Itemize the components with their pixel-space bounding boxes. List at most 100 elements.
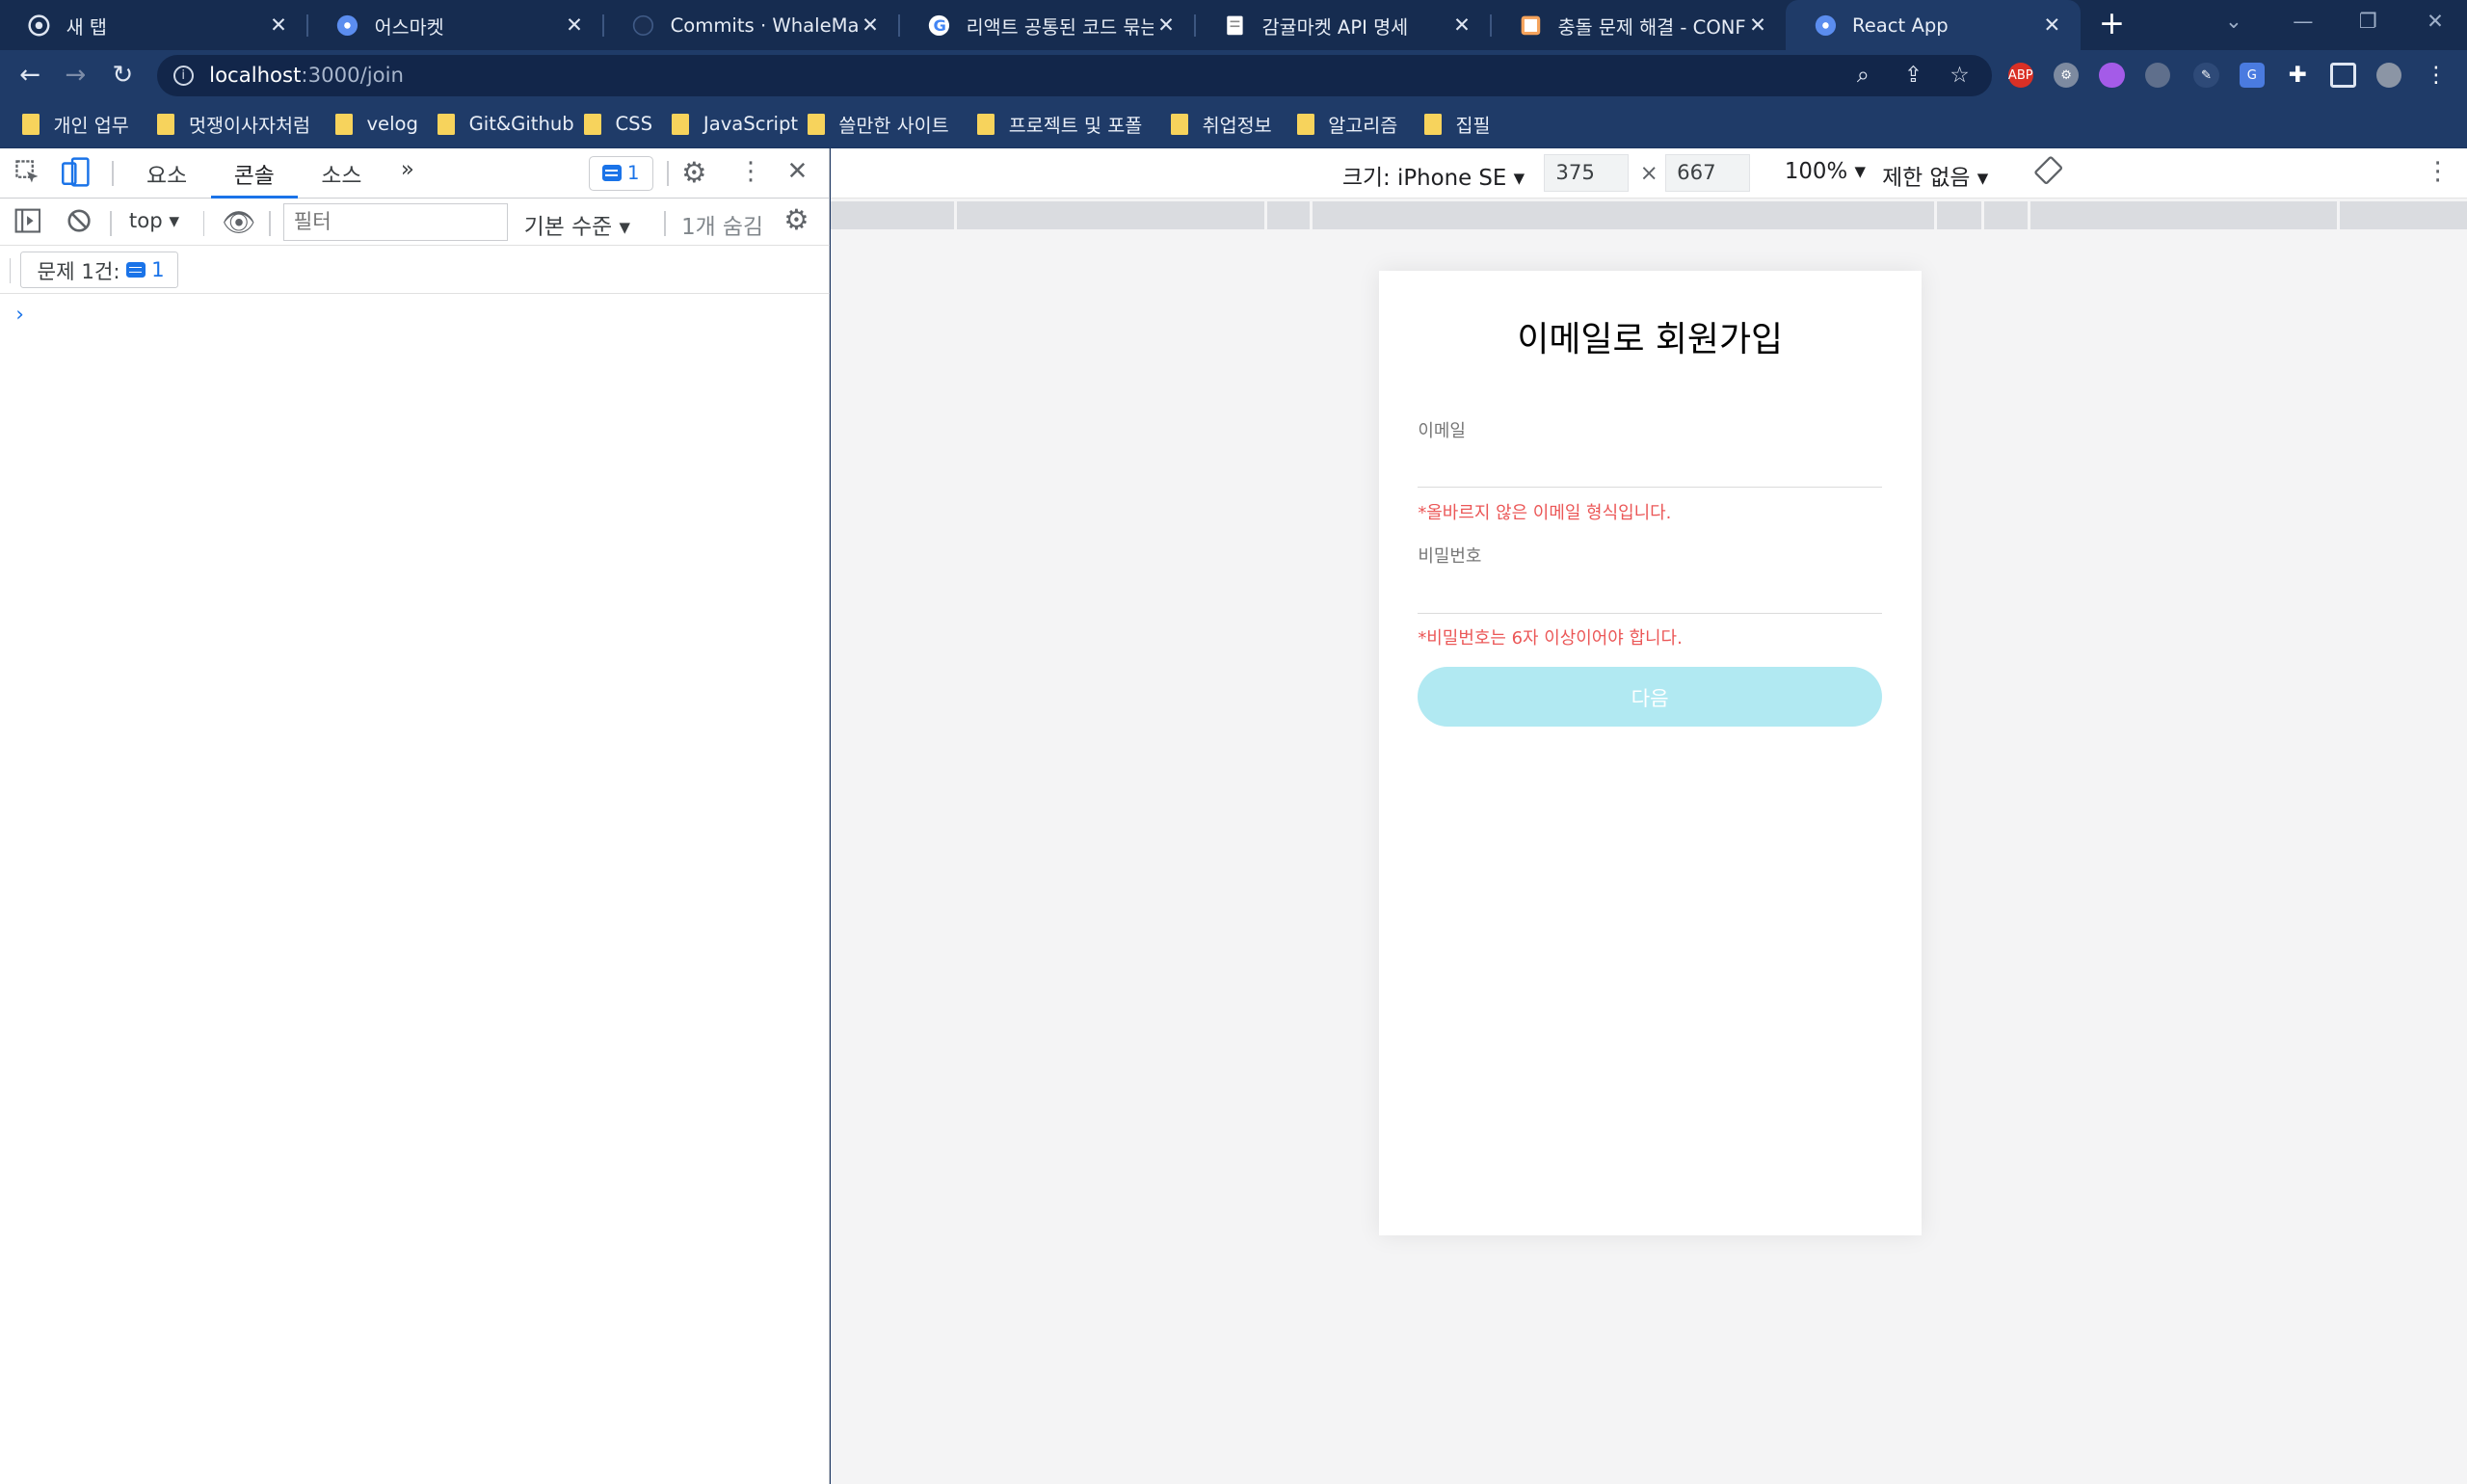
svg-text:G: G xyxy=(934,16,946,35)
forward-icon[interactable]: → xyxy=(60,60,92,92)
issues-label: 문제 1건: xyxy=(37,259,120,284)
tab-label: 콘솔 xyxy=(233,164,275,190)
extension-gear-icon[interactable]: ⚙ xyxy=(2054,63,2080,89)
clear-console-icon[interactable] xyxy=(66,208,92,239)
device-toolbar-menu-icon[interactable]: ⋮ xyxy=(2425,157,2450,186)
close-tab-icon[interactable]: ✕ xyxy=(2039,13,2064,38)
window-close-icon[interactable]: ✕ xyxy=(2427,10,2444,34)
folder-icon xyxy=(1296,114,1314,135)
tab-title: React App xyxy=(1852,13,1949,37)
bookmark-label: CSS xyxy=(615,113,652,136)
more-tabs-button[interactable]: » xyxy=(390,157,425,198)
issues-button[interactable]: 문제 1건: 1 xyxy=(20,252,178,288)
close-tab-icon[interactable]: ✕ xyxy=(266,13,291,38)
close-tab-icon[interactable]: ✕ xyxy=(1154,13,1179,38)
phone-viewport: 이메일로 회원가입 이메일 *올바르지 않은 이메일 형식입니다. 비밀번호 *… xyxy=(1378,270,1922,1235)
console-prompt-icon[interactable]: › xyxy=(15,303,24,327)
tab-title: 새 탭 xyxy=(66,15,107,39)
kebab-menu-icon[interactable]: ⋮ xyxy=(738,157,763,186)
bookmark-label: Git&Github xyxy=(468,113,574,136)
throttle-dropdown[interactable]: 제한 없음 ▾ xyxy=(1882,159,1988,192)
next-button[interactable]: 다음 xyxy=(1418,667,1883,728)
bookmark-folder[interactable]: 개인 업무 xyxy=(21,109,129,141)
bookmark-folder[interactable]: CSS xyxy=(583,109,652,141)
restore-icon[interactable]: ❐ xyxy=(2359,10,2377,34)
email-field[interactable] xyxy=(1418,450,1883,489)
extension-compass-icon[interactable] xyxy=(2144,63,2170,89)
bookmark-folder[interactable]: velog xyxy=(334,109,418,141)
device-toolbar-icon[interactable] xyxy=(60,157,92,195)
email-label: 이메일 xyxy=(1418,420,1466,441)
bookmark-folder[interactable]: JavaScript xyxy=(672,109,798,141)
bookmark-folder[interactable]: 쓸만한 사이트 xyxy=(807,109,949,141)
browser-tab[interactable]: Commits · WhaleMarket/W ✕ xyxy=(604,0,898,50)
side-panel-icon[interactable] xyxy=(2330,63,2356,89)
extensions-puzzle-icon[interactable]: ✚ xyxy=(2285,63,2310,88)
browser-tab-active[interactable]: React App ✕ xyxy=(1786,0,2081,51)
minimize-icon[interactable]: — xyxy=(2293,10,2313,34)
zoom-dropdown[interactable]: 100% ▾ xyxy=(1785,159,1866,184)
tab-sources[interactable]: 소스 xyxy=(304,157,379,198)
media-query-ruler[interactable] xyxy=(831,201,2467,230)
close-tab-icon[interactable]: ✕ xyxy=(1745,13,1770,38)
folder-icon xyxy=(583,114,601,135)
bookmark-folder[interactable]: Git&Github xyxy=(437,109,574,141)
close-tab-icon[interactable]: ✕ xyxy=(1449,13,1474,38)
share-icon[interactable]: ⇪ xyxy=(1904,63,1923,88)
bookmark-label: 프로젝트 및 포폴 xyxy=(1008,115,1143,138)
bookmark-folder[interactable]: 취업정보 xyxy=(1170,109,1272,141)
back-icon[interactable]: ← xyxy=(14,60,46,92)
settings-gear-icon[interactable]: ⚙ xyxy=(681,156,706,189)
device-width-input[interactable] xyxy=(1543,154,1630,193)
address-bar[interactable]: i localhost:3000/join ⌕ ⇪ ☆ xyxy=(157,55,1993,96)
issues-badge-button[interactable]: 1 xyxy=(588,155,653,191)
browser-tab[interactable]: 어스마켓 ✕ xyxy=(308,0,602,50)
device-height-input[interactable] xyxy=(1664,154,1750,193)
tab-elements[interactable]: 요소 xyxy=(129,157,204,198)
page-title: 이메일로 회원가입 xyxy=(1517,320,1784,360)
folder-icon xyxy=(334,114,353,135)
tab-console[interactable]: 콘솔 xyxy=(210,157,298,199)
reload-icon[interactable]: ↻ xyxy=(107,60,139,92)
bookmark-label: 개인 업무 xyxy=(53,115,129,138)
close-tab-icon[interactable]: ✕ xyxy=(858,13,883,38)
translate-icon[interactable]: G xyxy=(2239,63,2265,89)
bookmark-label: 집필 xyxy=(1455,115,1491,138)
adblock-icon[interactable]: ABP xyxy=(2007,63,2033,89)
issues-bar: 문제 1건: 1 xyxy=(0,246,830,295)
device-size-dropdown[interactable]: 크기: iPhone SE ▾ xyxy=(1342,159,1525,192)
password-field[interactable] xyxy=(1418,575,1883,614)
live-expression-eye-icon[interactable]: 👁︎ xyxy=(222,206,255,238)
new-tab-button[interactable]: + xyxy=(2095,6,2130,41)
throttle-label: 제한 없음 xyxy=(1882,165,1971,191)
site-info-icon[interactable]: i xyxy=(172,65,194,86)
browser-tab[interactable]: 감귤마켓 API 명세 ✕ xyxy=(1196,0,1490,50)
bookmark-star-icon[interactable]: ☆ xyxy=(1950,63,1970,88)
email-error-message: *올바르지 않은 이메일 형식입니다. xyxy=(1418,502,1672,523)
browser-tab[interactable]: 새 탭 ✕ xyxy=(0,0,306,50)
bookmark-label: 알고리즘 xyxy=(1328,115,1398,138)
bookmark-folder[interactable]: 멋쟁이사자처럼 xyxy=(157,109,310,141)
browser-tab[interactable]: 충돌 문제 해결 - CONFLIC ✕ xyxy=(1492,0,1786,50)
rotate-icon[interactable] xyxy=(2034,156,2063,190)
bookmark-label: JavaScript xyxy=(703,113,799,136)
inspect-element-icon[interactable] xyxy=(14,159,41,192)
close-devtools-icon[interactable]: ✕ xyxy=(787,157,809,186)
console-settings-gear-icon[interactable]: ⚙ xyxy=(783,203,809,236)
sidebar-toggle-icon[interactable] xyxy=(14,208,41,239)
log-level-dropdown[interactable]: 기본 수준 ▾ xyxy=(524,208,630,241)
zoom-icon[interactable]: ⌕ xyxy=(1857,63,1870,88)
bookmark-folder[interactable]: 집필 xyxy=(1423,109,1491,141)
extension-pen-icon[interactable]: ✎ xyxy=(2193,63,2219,89)
tab-search-icon[interactable]: ⌄ xyxy=(2225,10,2242,34)
close-tab-icon[interactable]: ✕ xyxy=(562,13,587,38)
profile-avatar[interactable] xyxy=(2375,63,2401,89)
context-selector[interactable]: top ▾ xyxy=(129,209,179,233)
url-path: :3000/join xyxy=(301,63,404,88)
browser-tab[interactable]: G 리액트 공통된 코드 묶는 ✕ xyxy=(900,0,1194,50)
bookmark-folder[interactable]: 알고리즘 xyxy=(1296,109,1398,141)
extension-gradient-icon[interactable] xyxy=(2099,63,2125,89)
menu-kebab-icon[interactable]: ⋮ xyxy=(2424,63,2449,88)
bookmark-folder[interactable]: 프로젝트 및 포폴 xyxy=(977,109,1142,141)
console-filter-input[interactable] xyxy=(282,202,509,241)
